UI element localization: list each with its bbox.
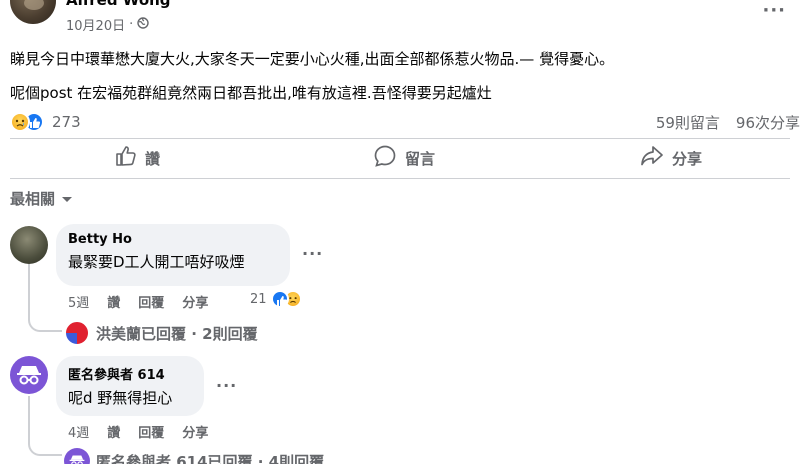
post-author-name[interactable]: Alfred Wong [66, 0, 171, 9]
comment-like-button[interactable]: 讚 [107, 292, 120, 311]
commenter-name[interactable]: 匿名參與者 614 [68, 364, 192, 383]
comment-bubble-icon [373, 144, 397, 172]
reaction-summary[interactable]: 273 [10, 110, 81, 134]
like-button[interactable]: 讚 [115, 144, 160, 172]
comment-like-button[interactable]: 讚 [107, 422, 120, 441]
anonymous-avatar-icon[interactable] [10, 356, 48, 394]
comment-reaction-summary[interactable]: 21 [250, 290, 302, 308]
commenter-name[interactable]: Betty Ho [68, 232, 278, 247]
view-replies-link[interactable]: 洪美蘭已回覆 · 2則回覆 [64, 320, 258, 346]
post-text-line-1: 睇見今日中環華懋大廈大火,大家冬天一定要小心火種,出面全部都係惹火物品.— 覺得… [10, 50, 615, 68]
view-replies-link[interactable]: 匿名參與者 614已回覆 · 4則回覆 [64, 448, 324, 464]
post-more-icon[interactable]: ··· [762, 0, 786, 21]
comment-share-button[interactable]: 分享 [182, 292, 208, 311]
comment-more-icon[interactable]: ··· [216, 376, 237, 395]
reply-summary: 洪美蘭已回覆 · 2則回覆 [96, 324, 258, 343]
avatar[interactable] [10, 226, 48, 264]
comment-reply-button[interactable]: 回覆 [138, 292, 164, 311]
comments-count[interactable]: 59則留言 [656, 112, 720, 133]
divider [10, 178, 790, 179]
share-arrow-icon [640, 145, 664, 171]
comment-actions: 4週 讚 回覆 分享 [68, 422, 208, 441]
comment-reaction-count: 21 [250, 291, 267, 307]
public-globe-icon [137, 16, 149, 33]
anonymous-avatar-icon [64, 448, 90, 464]
sad-reaction-icon [10, 112, 30, 132]
sort-label: 最相關 [10, 190, 56, 208]
reaction-count: 273 [52, 113, 81, 131]
comment-bubble: Betty Ho 最緊要D工人開工唔好吸煙 [56, 224, 290, 286]
comment-sort-dropdown[interactable]: 最相關 [10, 188, 73, 209]
meta-separator: · [129, 17, 134, 32]
share-button[interactable]: 分享 [640, 144, 702, 172]
post-date[interactable]: 10月20日 [66, 15, 125, 34]
avatar [64, 320, 90, 346]
share-label: 分享 [672, 149, 703, 168]
comment-label: 留言 [405, 149, 436, 168]
comment-time[interactable]: 4週 [68, 422, 89, 441]
comment-reply-button[interactable]: 回覆 [138, 422, 164, 441]
author-avatar[interactable] [10, 0, 56, 24]
thumbs-up-icon [115, 145, 137, 171]
comment-more-icon[interactable]: ··· [302, 244, 323, 263]
comment-text: 最緊要D工人開工唔好吸煙 [68, 253, 245, 271]
reply-summary: 匿名參與者 614已回覆 · 4則回覆 [96, 452, 325, 464]
comment-text: 呢d 野無得担心 [68, 389, 173, 407]
comment-actions: 5週 讚 回覆 分享 [68, 292, 208, 311]
divider [10, 138, 790, 139]
like-label: 讚 [145, 149, 161, 168]
shares-count[interactable]: 96次分享 [736, 112, 800, 133]
comment-time[interactable]: 5週 [68, 292, 89, 311]
post-text-line-2: 呢個post 在宏福苑群組竟然兩日都吾批出,唯有放這裡.吾怪得要另起爐灶 [10, 84, 492, 102]
like-reaction-icon [270, 290, 289, 308]
chevron-down-icon [61, 190, 73, 208]
comment-bubble: 匿名參與者 614 呢d 野無得担心 [56, 356, 204, 416]
post-meta: 10月20日 · [66, 15, 149, 34]
post-stats: 59則留言 96次分享 [656, 112, 800, 133]
comment-button[interactable]: 留言 [373, 144, 435, 172]
comment-share-button[interactable]: 分享 [182, 422, 208, 441]
